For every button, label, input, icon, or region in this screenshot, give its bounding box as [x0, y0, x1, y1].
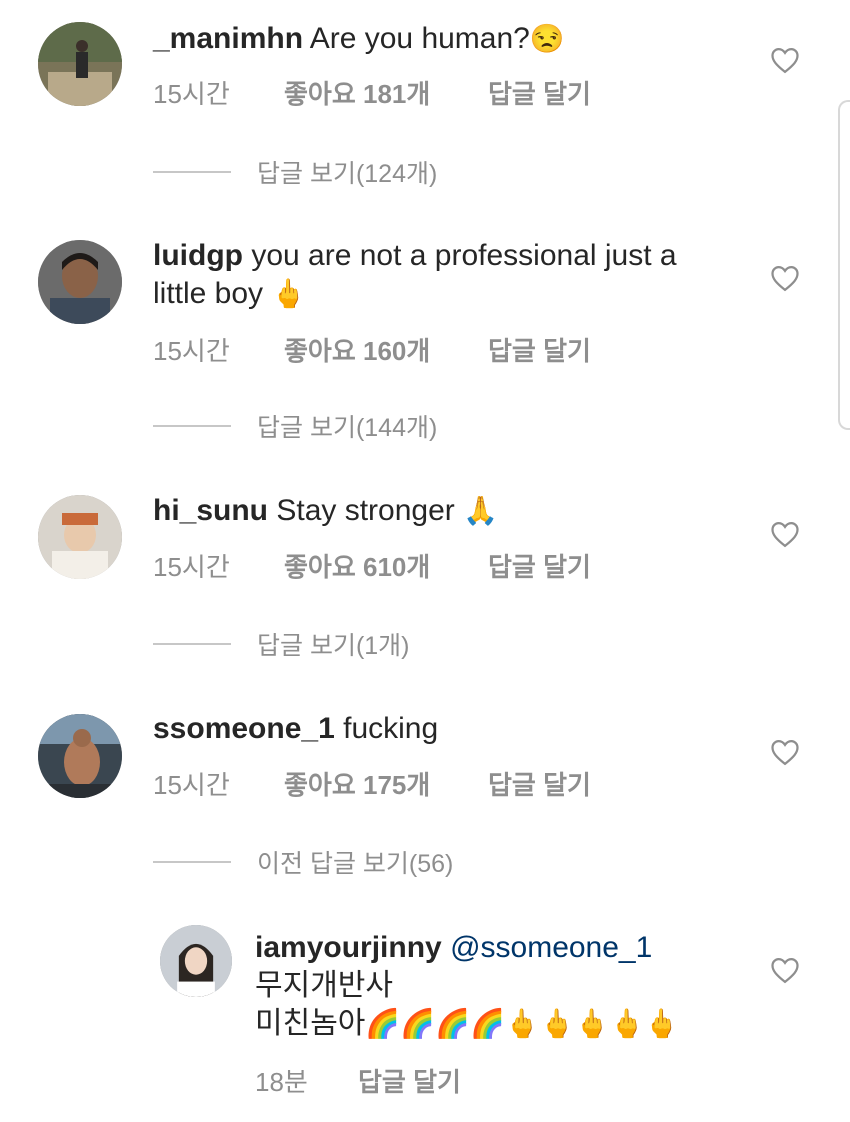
likes-count[interactable]: 좋아요 175개: [284, 765, 430, 802]
view-replies-button[interactable]: 답글 보기(1개): [153, 624, 410, 664]
likes-count[interactable]: 좋아요 160개: [284, 331, 430, 368]
unamused-face-emoji: 😒: [529, 23, 565, 54]
reply-button[interactable]: 답글 달기: [488, 331, 591, 368]
heart-icon[interactable]: [770, 46, 800, 74]
scrollbar[interactable]: [838, 100, 850, 430]
username-link[interactable]: _manimhn: [153, 22, 303, 55]
timestamp: 15시간: [153, 770, 230, 800]
timestamp: 15시간: [153, 552, 230, 582]
view-replies-label: 답글 보기(144개): [257, 414, 438, 442]
folded-hands-emoji: 🙏: [463, 495, 498, 526]
reply-button[interactable]: 답글 달기: [488, 74, 591, 111]
comment-body: fucking: [343, 712, 439, 745]
likes-count[interactable]: 좋아요 610개: [284, 547, 430, 584]
view-replies-button[interactable]: 답글 보기(124개): [153, 152, 437, 192]
timestamp: 15시간: [153, 79, 230, 109]
rainbow-and-middle-finger-emojis: 🌈🌈🌈🌈🖕🖕🖕🖕🖕: [365, 1008, 680, 1039]
comment-body: Are you human?: [309, 22, 530, 55]
heart-icon[interactable]: [770, 520, 800, 548]
username-link[interactable]: hi_sunu: [153, 494, 268, 527]
likes-count[interactable]: 좋아요 181개: [284, 74, 430, 111]
heart-icon[interactable]: [770, 956, 800, 984]
timestamp: 18분: [255, 1067, 308, 1097]
username-link[interactable]: iamyourjinny: [255, 931, 442, 964]
comment-text: ssomeone_1 fucking: [153, 710, 438, 748]
reply-line2: 미친놈아: [255, 1007, 366, 1040]
avatar[interactable]: [160, 925, 232, 997]
avatar[interactable]: [38, 240, 122, 324]
reply-button[interactable]: 답글 달기: [488, 765, 591, 802]
heart-icon[interactable]: [770, 738, 800, 766]
mention-link[interactable]: @ssomeone_1: [450, 931, 652, 964]
view-replies-button[interactable]: 답글 보기(144개): [153, 406, 437, 446]
comment-body-line2: little boy: [153, 277, 264, 310]
divider: [153, 425, 231, 427]
view-replies-label: 답글 보기(124개): [257, 160, 438, 188]
heart-icon[interactable]: [770, 264, 800, 292]
comment-text: hi_sunu Stay stronger 🙏: [153, 492, 498, 530]
avatar[interactable]: [38, 22, 122, 106]
username-link[interactable]: luidgp: [153, 239, 243, 272]
view-previous-replies-button[interactable]: 이전 답글 보기(56): [153, 842, 453, 882]
view-replies-label: 답글 보기(1개): [257, 632, 410, 660]
comment-body: Stay stronger: [276, 494, 455, 527]
comment-text: luidgp you are not a professional just a…: [153, 237, 677, 313]
avatar[interactable]: [38, 495, 122, 579]
middle-finger-emoji: 🖕: [271, 278, 307, 309]
comment-text: _manimhn Are you human?😒: [153, 20, 565, 58]
reply-line1: 무지개반사: [255, 969, 393, 1002]
divider: [153, 643, 231, 645]
divider: [153, 171, 231, 173]
reply-button[interactable]: 답글 달기: [358, 1062, 461, 1099]
avatar[interactable]: [38, 714, 122, 798]
timestamp: 15시간: [153, 336, 230, 366]
reply-text: iamyourjinny @ssomeone_1 무지개반사 미친놈아🌈🌈🌈🌈🖕…: [255, 929, 679, 1043]
reply-button[interactable]: 답글 달기: [488, 547, 591, 584]
view-replies-label: 이전 답글 보기(56): [257, 850, 454, 878]
username-link[interactable]: ssomeone_1: [153, 712, 335, 745]
divider: [153, 861, 231, 863]
comment-body: you are not a professional just a: [251, 239, 677, 272]
